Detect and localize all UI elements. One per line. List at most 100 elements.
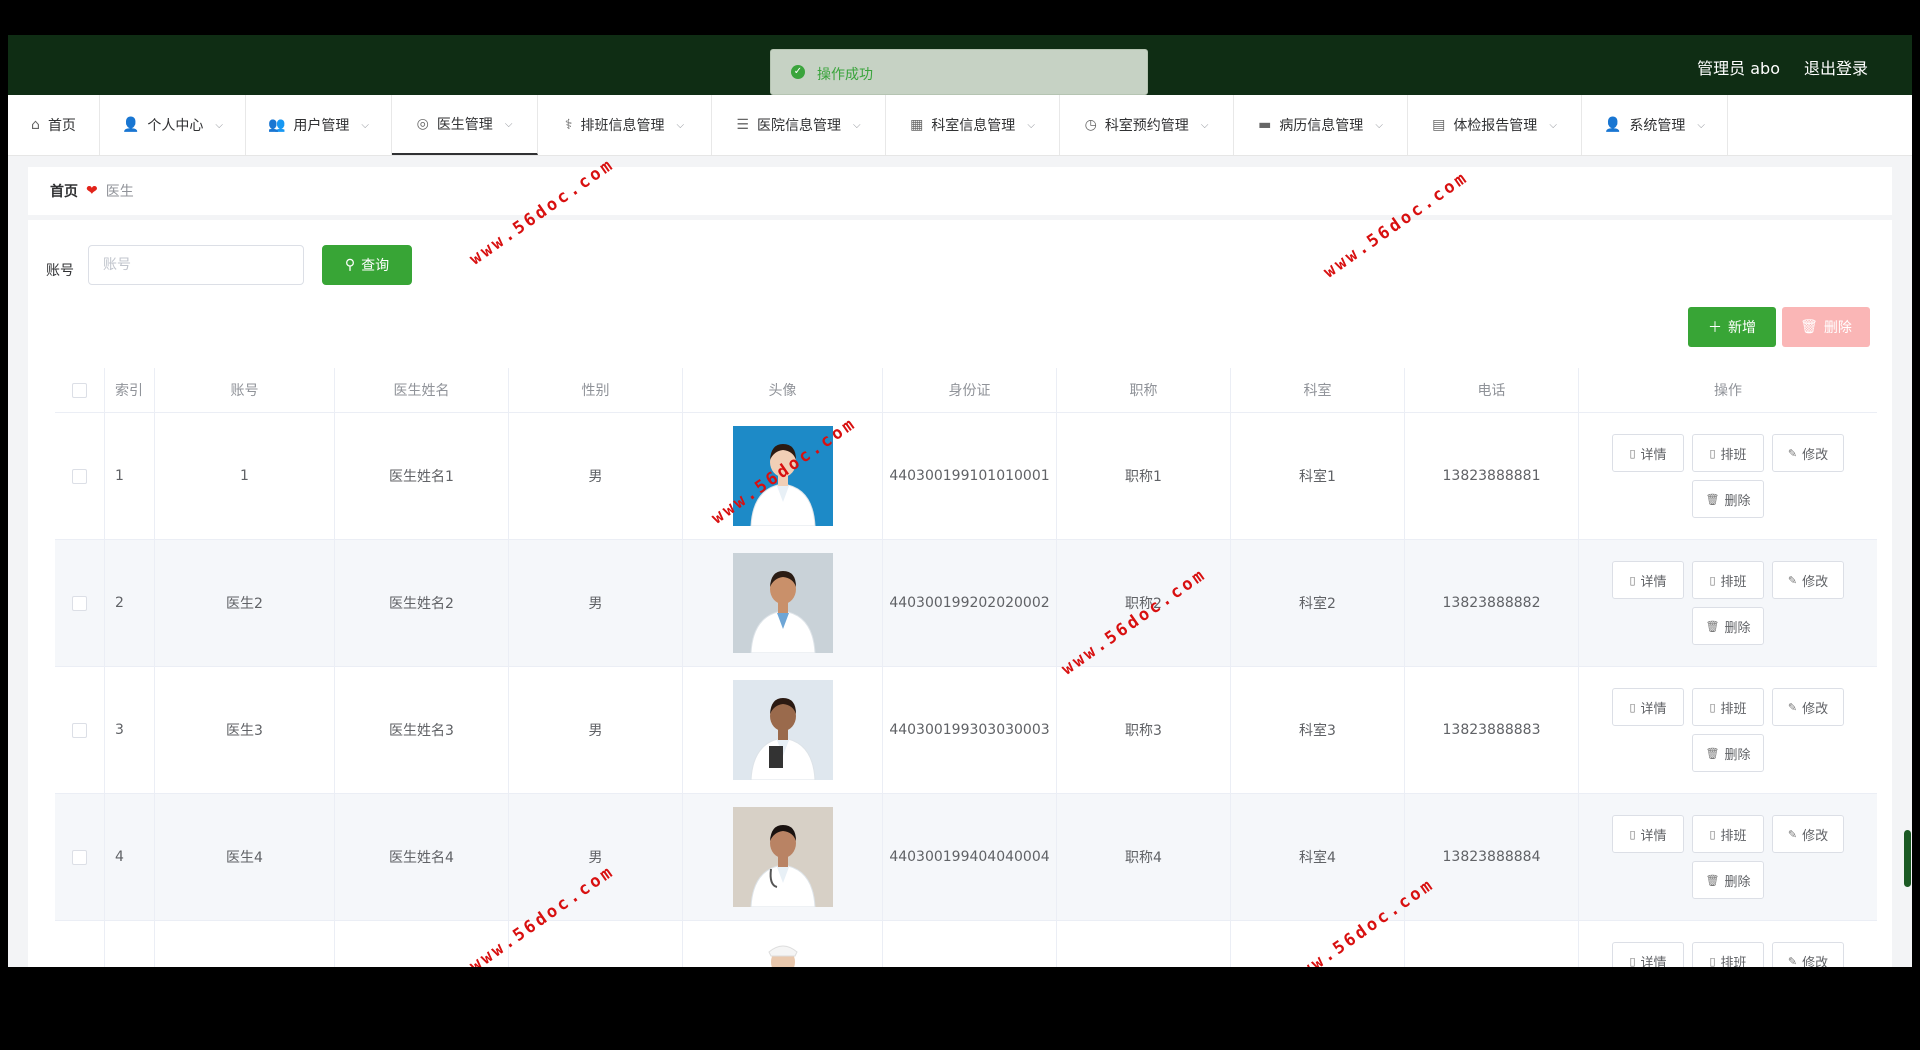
header-select-all-cell	[55, 368, 105, 412]
row-checkbox[interactable]	[72, 595, 87, 611]
delete-button[interactable]: 🗑 删除	[1692, 734, 1764, 772]
nav-item-5[interactable]: ☰ 医院信息管理 ⌵	[712, 95, 886, 155]
detail-button[interactable]: ▯ 详情	[1612, 434, 1684, 472]
table-row: 1 1 医生姓名1 男 440300199101010001 职称1 科室1 13823888…	[55, 413, 1877, 540]
nav-item-0[interactable]: ⌂ 首页	[8, 95, 100, 155]
delete-button[interactable]: 🗑 删除	[1692, 607, 1764, 645]
edit-button[interactable]: ✎ 修改	[1772, 815, 1844, 853]
schedule-button-label: 排班	[1720, 828, 1747, 844]
schedule-button[interactable]: ▯ 排班	[1692, 434, 1764, 472]
detail-button[interactable]: ▯ 详情	[1612, 815, 1684, 853]
select-all-checkbox[interactable]	[72, 382, 87, 398]
header-title: 职称	[1057, 368, 1231, 412]
cell-account: 医生2	[155, 540, 335, 666]
schedule-button-label: 排班	[1720, 447, 1747, 463]
breadcrumb: 首页 ❤ 医生	[28, 167, 1892, 215]
schedule-button-label: 排班	[1720, 574, 1747, 590]
cell-index: 4	[105, 794, 155, 920]
cell-account: 医生4	[155, 794, 335, 920]
cell-doctor-name: 医生姓名2	[335, 540, 509, 666]
cell-phone	[1405, 921, 1579, 967]
main-content: 账号 ⚲ 查询 ＋ 新增 🗑 删除 索引 账号 医生姓名 性别 头像 身份证 职…	[28, 220, 1892, 967]
doctor-avatar[interactable]	[732, 553, 833, 653]
nav-item-9[interactable]: ▤ 体检报告管理 ⌵	[1408, 95, 1582, 155]
nav-item-label: 系统管理	[1629, 118, 1686, 134]
nav-item-3[interactable]: ◎ 医生管理 ⌵	[392, 95, 538, 155]
edit-button[interactable]: ✎ 修改	[1772, 561, 1844, 599]
edit-button[interactable]: ✎ 修改	[1772, 434, 1844, 472]
add-button[interactable]: ＋ 新增	[1688, 307, 1776, 347]
nav-item-10[interactable]: 👤 系统管理 ⌵	[1582, 95, 1728, 155]
nav-item-label: 科室信息管理	[931, 118, 1016, 134]
nav-item-label: 医生管理	[436, 117, 493, 133]
delete-button[interactable]: 🗑 删除	[1692, 480, 1764, 518]
cell-doctor-name: 医生姓名4	[335, 794, 509, 920]
breadcrumb-home[interactable]: 首页	[50, 181, 78, 201]
detail-button-label: 详情	[1640, 701, 1667, 717]
delete-button-label: 删除	[1724, 874, 1751, 890]
table-header-row: 索引 账号 医生姓名 性别 头像 身份证 职称 科室 电话 操作	[55, 368, 1877, 413]
chevron-down-icon: ⌵	[215, 119, 224, 131]
edit-button-label: 修改	[1802, 955, 1829, 968]
nav-item-2[interactable]: 👥 用户管理 ⌵	[246, 95, 392, 155]
cell-index: 3	[105, 667, 155, 793]
pencil-icon: ✎	[1787, 573, 1798, 587]
account-search-input[interactable]	[88, 245, 304, 285]
doctor-table: 索引 账号 医生姓名 性别 头像 身份证 职称 科室 电话 操作 1 1 医生姓名1…	[55, 368, 1877, 967]
document-icon: ▯	[1709, 446, 1716, 460]
nav-item-7[interactable]: ◷ 科室预约管理 ⌵	[1060, 95, 1234, 155]
delete-button[interactable]: 🗑 删除	[1692, 861, 1764, 899]
nav-item-4[interactable]: ⚕ 排班信息管理 ⌵	[538, 95, 712, 155]
user-area: 管理员 abo 退出登录	[1697, 55, 1868, 79]
chevron-down-icon: ⌵	[852, 119, 861, 131]
record-icon: ▬	[1258, 117, 1272, 133]
schedule-button[interactable]: ▯ 排班	[1692, 815, 1764, 853]
nav-item-8[interactable]: ▬ 病历信息管理 ⌵	[1234, 95, 1408, 155]
cell-department: 科室1	[1231, 413, 1405, 539]
cell-id-card: 440300199404040004	[883, 794, 1057, 920]
batch-delete-label: 删除	[1823, 320, 1852, 336]
search-button[interactable]: ⚲ 查询	[322, 245, 412, 285]
nav-item-6[interactable]: ▦ 科室信息管理 ⌵	[886, 95, 1060, 155]
batch-delete-button[interactable]: 🗑 删除	[1782, 307, 1870, 347]
edit-button[interactable]: ✎ 修改	[1772, 688, 1844, 726]
nav-item-1[interactable]: 👤 个人中心 ⌵	[100, 95, 246, 155]
document-icon: ▯	[1629, 954, 1636, 968]
schedule-button[interactable]: ▯ 排班	[1692, 942, 1764, 967]
row-checkbox[interactable]	[72, 849, 87, 865]
scrollbar-thumb[interactable]	[1904, 830, 1911, 887]
cell-title: 职称3	[1057, 667, 1231, 793]
detail-button[interactable]: ▯ 详情	[1612, 561, 1684, 599]
row-select-cell	[55, 794, 105, 920]
chevron-down-icon: ⌵	[1375, 119, 1383, 131]
detail-button[interactable]: ▯ 详情	[1612, 688, 1684, 726]
schedule-button[interactable]: ▯ 排班	[1692, 561, 1764, 599]
account-search-label: 账号	[46, 263, 74, 279]
document-icon: ▯	[1629, 573, 1636, 587]
edit-button[interactable]: ✎ 修改	[1772, 942, 1844, 967]
header-gender: 性别	[509, 368, 683, 412]
schedule-button-label: 排班	[1720, 701, 1747, 717]
cell-phone: 13823888881	[1405, 413, 1579, 539]
admin-label[interactable]: 管理员 abo	[1697, 55, 1780, 79]
detail-button[interactable]: ▯ 详情	[1612, 942, 1684, 967]
edit-button-label: 修改	[1802, 447, 1829, 463]
row-checkbox[interactable]	[72, 468, 87, 484]
doctor-avatar[interactable]	[732, 680, 833, 780]
chevron-down-icon: ⌵	[1697, 119, 1706, 131]
doctor-avatar[interactable]	[732, 807, 833, 907]
detail-button-label: 详情	[1640, 447, 1667, 463]
cell-id-card: 440300199101010001	[883, 413, 1057, 539]
clock-icon: ◷	[1084, 117, 1097, 133]
pencil-icon: ✎	[1787, 700, 1798, 714]
logout-link[interactable]: 退出登录	[1804, 55, 1868, 79]
breadcrumb-current: 医生	[105, 184, 134, 200]
table-row: 2 医生2 医生姓名2 男 440300199202020002 职称2 科室2 138238…	[55, 540, 1877, 667]
cell-gender: 男	[509, 540, 683, 666]
edit-button-label: 修改	[1802, 701, 1829, 717]
schedule-button[interactable]: ▯ 排班	[1692, 688, 1764, 726]
doctor-avatar[interactable]	[732, 934, 833, 967]
cell-department: 科室4	[1231, 794, 1405, 920]
row-checkbox[interactable]	[72, 722, 87, 738]
chevron-down-icon: ⌵	[1549, 119, 1557, 131]
